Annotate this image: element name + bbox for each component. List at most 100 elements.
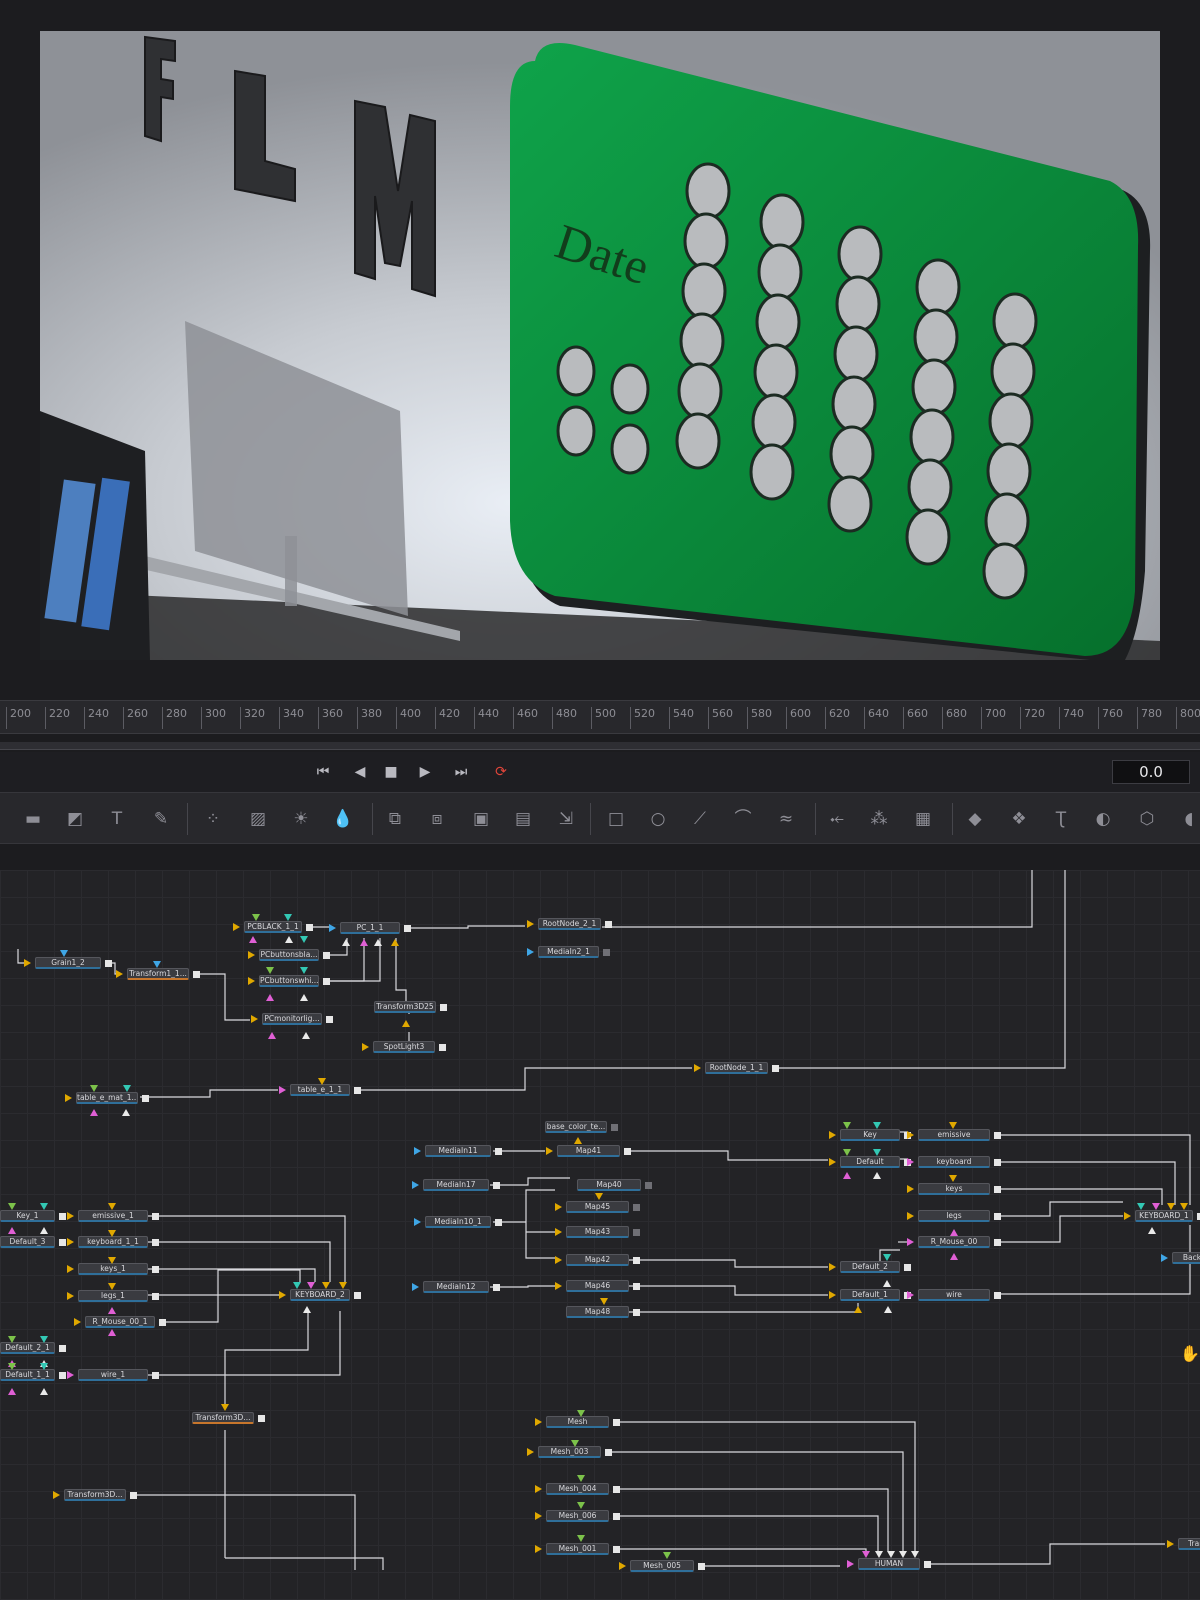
node-keyboard-1[interactable]: KEYBOARD_1 — [1135, 1210, 1193, 1222]
input-port[interactable] — [527, 920, 534, 928]
input-port[interactable] — [829, 1131, 836, 1139]
node-mediain2-1[interactable]: MediaIn2_1 — [538, 946, 599, 958]
node-map48[interactable]: Map48 — [566, 1306, 629, 1318]
node-port[interactable] — [873, 1172, 881, 1179]
node-port[interactable] — [108, 1283, 116, 1290]
node-port[interactable] — [108, 1203, 116, 1210]
output-port[interactable] — [633, 1309, 640, 1316]
node-port[interactable] — [949, 1122, 957, 1129]
input-port[interactable] — [116, 970, 123, 978]
output-port[interactable] — [611, 1124, 618, 1131]
input-port[interactable] — [535, 1418, 542, 1426]
input-port[interactable] — [279, 1291, 286, 1299]
output-port[interactable] — [404, 925, 411, 932]
output-port[interactable] — [495, 1219, 502, 1226]
node-default-1[interactable]: Default_1 — [840, 1289, 900, 1301]
output-port[interactable] — [59, 1239, 66, 1246]
input-port[interactable] — [67, 1371, 74, 1379]
input-port[interactable] — [535, 1512, 542, 1520]
input-port[interactable] — [546, 1147, 553, 1155]
output-port[interactable] — [613, 1419, 620, 1426]
input-port[interactable] — [24, 959, 31, 967]
output-port[interactable] — [772, 1065, 779, 1072]
text-tool-icon[interactable]: T — [104, 806, 130, 832]
output-port[interactable] — [633, 1229, 640, 1236]
node-port[interactable] — [1152, 1203, 1160, 1210]
node-trans[interactable]: Trans — [1178, 1538, 1200, 1550]
output-port[interactable] — [994, 1239, 1001, 1246]
node-port[interactable] — [284, 914, 292, 921]
node-port[interactable] — [883, 1254, 891, 1261]
output-port[interactable] — [354, 1292, 361, 1299]
node-port[interactable] — [300, 994, 308, 1001]
output-port[interactable] — [904, 1264, 911, 1271]
polygon-mask-icon[interactable]: ⟋ — [687, 806, 713, 832]
node-port[interactable] — [8, 1363, 16, 1370]
node-legs[interactable]: legs — [918, 1210, 990, 1222]
node-port[interactable] — [90, 1109, 98, 1116]
node-port[interactable] — [252, 914, 260, 921]
matte-control-tool-icon[interactable]: ⧈ — [424, 806, 450, 832]
node-mediain10-1[interactable]: MediaIn10_1 — [425, 1216, 491, 1228]
input-port[interactable] — [251, 1015, 258, 1023]
timeline-ruler[interactable]: 200 220 240 260 280 300 320 340 360 380 400 420 440 4… — [0, 700, 1200, 734]
node-rootnode-1-1[interactable]: RootNode_1_1 — [705, 1062, 768, 1074]
node-port[interactable] — [122, 1109, 130, 1116]
node-pcbuttonsbla[interactable]: PCbuttonsbla... — [259, 949, 319, 961]
node-legs-1[interactable]: legs_1 — [78, 1290, 148, 1302]
input-port[interactable] — [847, 1560, 854, 1568]
saver-tool-icon[interactable]: ⇲ — [553, 806, 579, 832]
background-tool-icon[interactable]: ▬ — [20, 806, 46, 832]
node-port[interactable] — [285, 936, 293, 943]
node-port[interactable] — [249, 936, 257, 943]
viewer-canvas[interactable]: Date — [40, 31, 1160, 660]
color-curves-tool-icon[interactable]: ▨ — [245, 806, 271, 832]
node-port[interactable] — [949, 1175, 957, 1182]
loop-icon[interactable]: ⟳ — [491, 762, 511, 782]
node-default-1-1[interactable]: Default_1_1 — [0, 1369, 55, 1381]
node-port[interactable] — [303, 1306, 311, 1313]
node-transform3d25[interactable]: Transform3D25 — [374, 1001, 436, 1013]
node-key-1[interactable]: Key_1 — [0, 1210, 55, 1222]
output-port[interactable] — [326, 1016, 333, 1023]
skip-to-start-icon[interactable]: ⏮ — [313, 762, 333, 782]
output-port[interactable] — [142, 1095, 149, 1102]
node-port[interactable] — [266, 994, 274, 1001]
output-port[interactable] — [698, 1563, 705, 1570]
ellipse-mask-icon[interactable]: ○ — [645, 806, 671, 832]
output-port[interactable] — [994, 1132, 1001, 1139]
output-port[interactable] — [645, 1182, 652, 1189]
node-spotlight3[interactable]: SpotLight3 — [373, 1041, 435, 1053]
output-port[interactable] — [605, 1449, 612, 1456]
output-port[interactable] — [439, 1044, 446, 1051]
output-port[interactable] — [105, 960, 112, 967]
output-port[interactable] — [994, 1213, 1001, 1220]
node-port[interactable] — [899, 1551, 907, 1558]
output-port[interactable] — [152, 1266, 159, 1273]
node-port[interactable] — [873, 1149, 881, 1156]
node-transform1-1[interactable]: Transform1_1... — [127, 968, 189, 980]
node-port[interactable] — [302, 1032, 310, 1039]
node-pcblack-1-1[interactable]: PCBLACK_1_1 — [244, 921, 302, 933]
node-port[interactable] — [600, 1298, 608, 1305]
node-port[interactable] — [8, 1227, 16, 1234]
node-map46[interactable]: Map46 — [566, 1280, 629, 1292]
input-port[interactable] — [907, 1291, 914, 1299]
input-port[interactable] — [829, 1263, 836, 1271]
output-port[interactable] — [624, 1148, 631, 1155]
input-port[interactable] — [412, 1283, 419, 1291]
shape-3d-icon[interactable]: ◆ — [962, 806, 988, 832]
node-mesh-004[interactable]: Mesh_004 — [546, 1483, 609, 1495]
node-map42[interactable]: Map42 — [566, 1254, 629, 1266]
node-port[interactable] — [322, 1282, 330, 1289]
output-port[interactable] — [152, 1239, 159, 1246]
node-port[interactable] — [360, 939, 368, 946]
input-port[interactable] — [279, 1086, 286, 1094]
node-port[interactable] — [862, 1551, 870, 1558]
timeline-scrubber[interactable] — [0, 742, 1200, 750]
node-port[interactable] — [300, 936, 308, 943]
node-port[interactable] — [318, 1078, 326, 1085]
input-port[interactable] — [65, 1094, 72, 1102]
node-mediain12[interactable]: MediaIn12 — [423, 1281, 489, 1293]
output-port[interactable] — [493, 1284, 500, 1291]
